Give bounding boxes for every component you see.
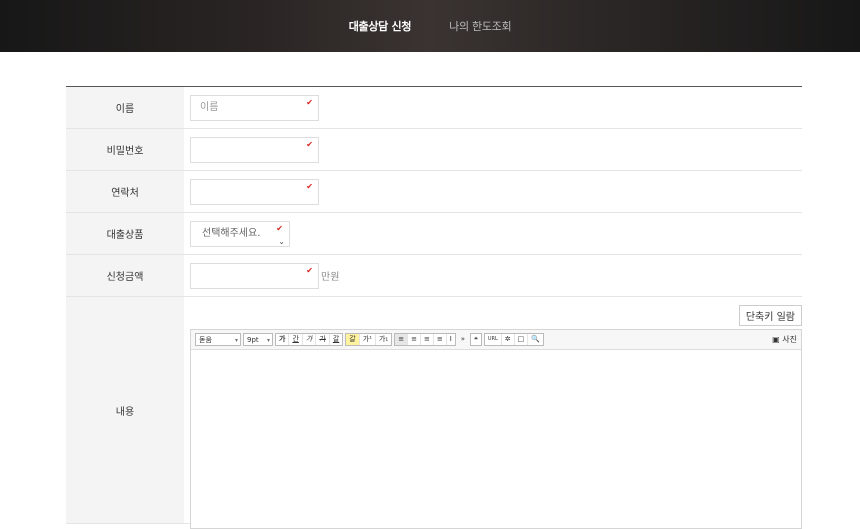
link-icon[interactable]: URL [485,334,502,345]
amount-label: 신청금액 [66,255,184,296]
content-field-cell: 단축키 일람 돋움 ▾ 9pt ▾ 가 간 가 가 갈 갈 가¹ 가₁ ≡ ≡ … [184,297,802,529]
name-row: 이름 이름 ✔ [66,87,802,129]
amount-input[interactable]: ✔ [190,262,319,289]
font-family-value: 돋움 [199,336,212,344]
amount-field-cell: ✔ 만원 [184,255,802,296]
amount-unit: 만원 [321,272,340,283]
amount-row: 신청금액 ✔ 만원 [66,255,802,297]
required-check-icon: ✔ [306,181,313,191]
contact-label: 연락처 [66,171,184,212]
contact-field-cell: ✔ [184,171,802,212]
rich-text-editor: 돋움 ▾ 9pt ▾ 가 간 가 가 갈 갈 가¹ 가₁ ≡ ≡ ≡ ≡ I »… [190,329,802,529]
top-nav: 대출상담 신청 나의 한도조회 [0,0,860,52]
editor-text-area[interactable] [191,350,801,528]
font-family-select[interactable]: 돋움 ▾ [195,333,241,346]
photo-button[interactable]: ▣ 사진 [772,334,797,345]
contact-row: 연락처 ✔ [66,171,802,213]
subscript-button[interactable]: 가₁ [376,334,391,345]
align-right-icon[interactable]: ≡ [421,334,434,345]
password-label: 비밀번호 [66,129,184,170]
shortcut-wrap: 단축키 일람 [190,305,802,326]
content-row: 내용 단축키 일람 돋움 ▾ 9pt ▾ 가 간 가 가 갈 갈 가¹ 가₁ ≡… [66,297,802,529]
loan-form: 이름 이름 ✔ 비밀번호 ✔ 연락처 ✔ 대출상품 선택해주세요. ✔ ⌄ 신청… [66,86,802,529]
search-icon[interactable]: 🔍 [528,334,543,345]
name-placeholder: 이름 [200,101,219,113]
photo-label: 사진 [782,335,797,344]
chevron-down-icon: ▾ [234,337,238,344]
table-icon[interactable]: □ [515,334,529,345]
product-selected-value: 선택해주세요. [202,227,261,239]
align-left-icon[interactable]: ≡ [395,334,409,345]
product-field-cell: 선택해주세요. ✔ ⌄ [184,213,802,254]
password-row: 비밀번호 ✔ [66,129,802,171]
image-icon: ▣ [772,335,780,344]
top-banner: 대출상담 신청 나의 한도조회 [0,0,860,52]
password-input[interactable]: ✔ [190,136,319,163]
line-height-icon[interactable]: I [447,334,455,345]
special-char-icon[interactable]: ✲ [502,334,515,345]
required-check-icon: ✔ [306,139,313,149]
name-input[interactable]: 이름 ✔ [190,94,319,121]
required-check-icon: ✔ [306,265,313,275]
editor-toolbar: 돋움 ▾ 9pt ▾ 가 간 가 가 갈 갈 가¹ 가₁ ≡ ≡ ≡ ≡ I »… [191,330,801,350]
nav-loan-consult[interactable]: 대출상담 신청 [349,18,412,34]
more-icon[interactable]: » [458,333,468,346]
align-center-icon[interactable]: ≡ [408,334,421,345]
italic-button[interactable]: 가 [303,334,317,345]
nav-my-limit[interactable]: 나의 한도조회 [449,18,511,34]
shortcut-list-button[interactable]: 단축키 일람 [738,305,802,326]
name-field-cell: 이름 ✔ [184,87,802,128]
highlight-button[interactable]: 갈 [346,334,360,345]
content-label: 내용 [66,297,184,523]
strike-button[interactable]: 가 [316,334,330,345]
color-button-group: 갈 가¹ 가₁ [345,333,393,346]
align-justify-icon[interactable]: ≡ [434,334,447,345]
product-row: 대출상품 선택해주세요. ✔ ⌄ [66,213,802,255]
font-size-value: 9pt [247,336,259,344]
contact-input[interactable]: ✔ [190,178,319,205]
align-button-group: ≡ ≡ ≡ ≡ I [394,333,456,346]
required-check-icon: ✔ [306,97,313,107]
product-select[interactable]: 선택해주세요. ✔ ⌄ [190,220,290,247]
quote-icon[interactable]: ❝ [470,333,482,346]
chevron-down-icon: ▾ [266,337,270,344]
bold-button[interactable]: 가 [276,334,290,345]
product-label: 대출상품 [66,213,184,254]
password-field-cell: ✔ [184,129,802,170]
superscript-button[interactable]: 가¹ [360,334,376,345]
underline-button[interactable]: 간 [289,334,303,345]
font-color-button[interactable]: 갈 [330,334,342,345]
format-button-group: 가 간 가 가 갈 [275,333,344,346]
font-size-select[interactable]: 9pt ▾ [243,333,273,346]
chevron-down-icon: ⌄ [278,236,285,246]
name-label: 이름 [66,87,184,128]
insert-button-group: URL ✲ □ 🔍 [483,333,545,346]
